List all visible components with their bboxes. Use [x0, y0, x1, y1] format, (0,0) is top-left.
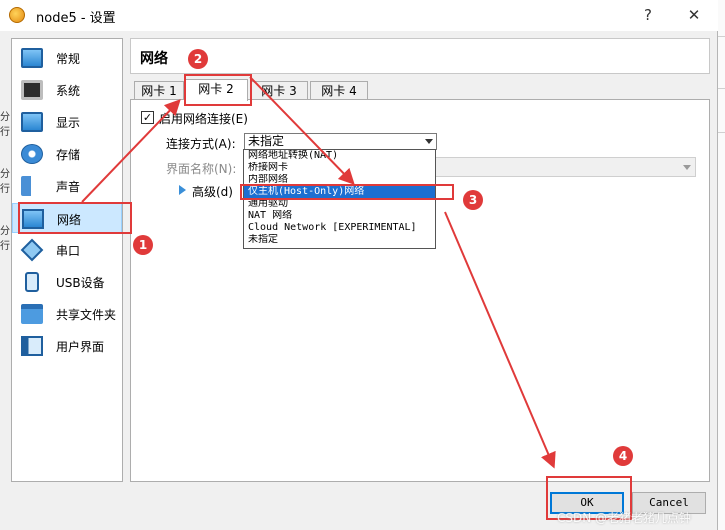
attached-to-value: 未指定: [248, 134, 285, 148]
attached-to-select[interactable]: 未指定: [244, 133, 437, 150]
sidebar-item-label: 显示: [56, 116, 81, 130]
sidebar-item-label: USB设备: [56, 276, 105, 290]
background-text: 分: [0, 226, 10, 237]
sidebar-item-label: 共享文件夹: [56, 308, 117, 322]
background-window-fragment: 分 行: [0, 108, 10, 138]
sidebar-item-label: 串口: [56, 244, 81, 258]
dropdown-option-nat-network[interactable]: NAT 网络: [244, 210, 435, 222]
sidebar-item-general[interactable]: 常规: [12, 43, 122, 73]
settings-dialog: node5 - 设置 ? ✕ 常规 系统 显示 存储 声音 网络 串口 USB设…: [0, 0, 718, 530]
highlight-host-only-option: [240, 184, 454, 200]
sidebar-item-storage[interactable]: 存储: [12, 139, 122, 169]
divider: [718, 132, 725, 133]
annotation-badge-2: 2: [188, 49, 208, 69]
background-window-fragment: 分 行: [0, 165, 10, 195]
page-title: 网络: [140, 51, 168, 67]
dropdown-option-not-attached[interactable]: 未指定: [244, 234, 435, 246]
dropdown-option-bridged[interactable]: 桥接网卡: [244, 162, 435, 174]
background-text: 行: [0, 184, 10, 195]
tab-adapter-4[interactable]: 网卡 4: [310, 81, 368, 100]
adapter-name-label: 界面名称(N):: [166, 162, 237, 176]
tab-adapter-1[interactable]: 网卡 1: [134, 81, 184, 100]
dropdown-option-cloud-network[interactable]: Cloud Network [EXPERIMENTAL]: [244, 222, 435, 234]
sidebar-item-user-interface[interactable]: 用户界面: [12, 331, 122, 361]
divider: [718, 36, 725, 37]
background-text: 分: [0, 112, 10, 123]
tab-adapter-3[interactable]: 网卡 3: [250, 81, 308, 100]
window-title: node5 - 设置: [36, 11, 116, 26]
annotation-badge-1: 1: [133, 235, 153, 255]
serial-port-icon: [20, 238, 44, 262]
sidebar-item-usb[interactable]: USB设备: [12, 267, 122, 297]
divider: [718, 88, 725, 89]
highlight-adapter-2-tab: [184, 74, 252, 106]
settings-sidebar: 常规 系统 显示 存储 声音 网络 串口 USB设备 共享文件夹 用户界面: [11, 38, 123, 482]
display-monitor-icon: [21, 112, 43, 132]
background-text: 行: [0, 127, 10, 138]
annotation-badge-3: 3: [463, 190, 483, 210]
audio-speaker-icon: [21, 176, 43, 196]
close-button[interactable]: ✕: [679, 4, 709, 26]
sidebar-item-label: 存储: [56, 148, 81, 162]
background-text: 行: [0, 241, 10, 252]
background-text: 分: [0, 169, 10, 180]
annotation-badge-4: 4: [613, 446, 633, 466]
virtualbox-app-icon: [9, 7, 25, 23]
storage-disc-icon: [21, 144, 43, 164]
sidebar-item-label: 常规: [56, 52, 81, 66]
background-window-edge: [718, 0, 725, 530]
sidebar-item-serial[interactable]: 串口: [12, 235, 122, 265]
shared-folder-icon: [21, 304, 43, 324]
usb-icon: [25, 272, 39, 292]
expand-arrow-icon[interactable]: [179, 185, 186, 195]
chevron-down-icon: [425, 139, 433, 144]
sidebar-item-label: 声音: [56, 180, 81, 194]
background-window-fragment: 分 行: [0, 222, 10, 252]
sidebar-item-label: 系统: [56, 84, 81, 98]
user-interface-icon: [21, 336, 43, 356]
sidebar-item-label: 用户界面: [56, 340, 105, 354]
enable-adapter-label: 启用网络连接(E): [159, 112, 248, 126]
advanced-toggle[interactable]: 高级(d): [192, 183, 233, 200]
sidebar-item-display[interactable]: 显示: [12, 107, 122, 137]
section-header: 网络: [130, 38, 710, 74]
watermark: CSDN @老猪老猪几点钟: [557, 511, 692, 525]
enable-adapter-checkbox[interactable]: ✓: [141, 111, 154, 124]
general-icon: [21, 48, 43, 68]
attached-to-label: 连接方式(A):: [166, 137, 236, 151]
dropdown-option-nat[interactable]: 网络地址转换(NAT): [244, 150, 435, 162]
highlight-network-item: [18, 202, 132, 234]
sidebar-item-system[interactable]: 系统: [12, 75, 122, 105]
chevron-down-icon: [683, 165, 691, 170]
sidebar-item-shared-folders[interactable]: 共享文件夹: [12, 299, 122, 329]
system-chip-icon: [21, 80, 43, 100]
sidebar-item-audio[interactable]: 声音: [12, 171, 122, 201]
help-button[interactable]: ?: [633, 4, 663, 26]
title-bar: node5 - 设置 ? ✕: [0, 0, 718, 31]
